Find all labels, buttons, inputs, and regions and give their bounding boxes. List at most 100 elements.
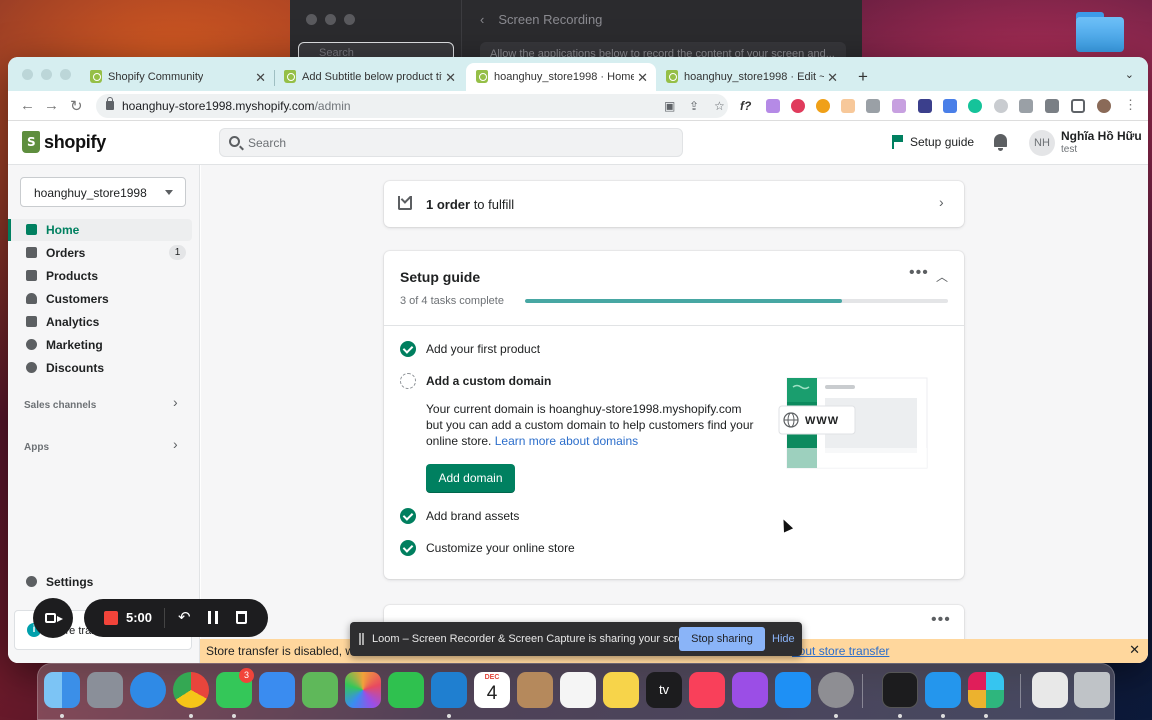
finder-icon[interactable] xyxy=(44,672,80,708)
apps-heading[interactable]: Apps xyxy=(24,442,49,453)
chevron-right-icon[interactable]: › xyxy=(173,436,178,452)
task-brand-assets[interactable]: Add brand assets xyxy=(400,508,519,524)
close-tab-icon[interactable]: ✕ xyxy=(827,70,838,86)
sidebar-item-customers[interactable]: Customers xyxy=(8,288,192,310)
translate-extension-icon[interactable] xyxy=(943,99,957,113)
fonts-extension-icon[interactable]: f? xyxy=(740,99,754,113)
chevron-up-icon[interactable]: ︿ xyxy=(936,268,948,285)
bookmark-star-icon[interactable]: ☆ xyxy=(714,99,725,113)
stop-recording-icon[interactable] xyxy=(104,611,118,625)
color-picker-extension-icon[interactable] xyxy=(791,99,805,113)
vscode-icon[interactable] xyxy=(431,672,467,708)
loom-camera-button[interactable] xyxy=(33,598,73,638)
reload-icon[interactable]: ↻ xyxy=(70,97,83,115)
photos-icon[interactable] xyxy=(345,672,381,708)
admin-search-input[interactable]: Search xyxy=(219,128,683,157)
notification-bell-icon[interactable] xyxy=(994,134,1007,151)
store-transfer-link[interactable]: bout store transfer xyxy=(792,644,889,658)
drag-handle-icon[interactable] xyxy=(359,633,364,645)
app-store-icon[interactable] xyxy=(775,672,811,708)
shield-extension-icon[interactable] xyxy=(1019,99,1033,113)
chevron-right-icon[interactable]: › xyxy=(173,394,178,410)
back-arrow-icon[interactable]: ← xyxy=(20,97,35,114)
sidebar-item-home[interactable]: Home xyxy=(8,219,192,241)
camera-blocked-icon[interactable]: ▣ xyxy=(664,99,675,113)
more-actions-icon[interactable]: ••• xyxy=(909,264,929,282)
learn-more-domains-link[interactable]: Learn more about domains xyxy=(495,434,638,448)
reminders-icon[interactable] xyxy=(560,672,596,708)
mail-icon[interactable] xyxy=(259,672,295,708)
terminal-icon[interactable] xyxy=(882,672,918,708)
tab-store-edit[interactable]: hoanghuy_store1998 · Edit ~ Dawn ✕ xyxy=(656,63,846,91)
podcasts-icon[interactable] xyxy=(732,672,768,708)
apple-tv-icon[interactable]: tv xyxy=(646,672,682,708)
add-domain-button[interactable]: Add domain xyxy=(426,464,515,493)
sidebar-item-analytics[interactable]: Analytics xyxy=(8,311,192,333)
profile-avatar[interactable] xyxy=(1097,99,1111,113)
close-tab-icon[interactable]: ✕ xyxy=(255,70,266,86)
setup-guide-link[interactable]: Setup guide xyxy=(892,135,974,149)
address-bar[interactable]: hoanghuy-store1998.myshopify.com/admin ▣… xyxy=(96,94,728,118)
close-tab-icon[interactable]: ✕ xyxy=(445,70,456,86)
store-selector[interactable]: hoanghuy_store1998 xyxy=(20,177,186,207)
tab-store-home[interactable]: hoanghuy_store1998 · Home · S ✕ xyxy=(466,63,656,91)
sidebar-item-products[interactable]: Products xyxy=(8,265,192,287)
stop-sharing-button[interactable]: Stop sharing xyxy=(679,627,765,651)
lock-icon[interactable] xyxy=(106,97,114,110)
sales-channels-heading[interactable]: Sales channels xyxy=(24,400,96,411)
window-controls[interactable] xyxy=(22,69,71,80)
code-extension-icon[interactable] xyxy=(866,99,880,113)
task-add-product[interactable]: Add your first product xyxy=(400,341,540,357)
launchpad-icon[interactable] xyxy=(87,672,123,708)
safari-icon[interactable] xyxy=(130,672,166,708)
tab-shopify-community[interactable]: Shopify Community ✕ xyxy=(80,63,274,91)
side-panel-icon[interactable] xyxy=(1071,99,1085,113)
browser-menu-icon[interactable]: ⋮ xyxy=(1124,97,1137,113)
slack-icon[interactable] xyxy=(968,672,1004,708)
close-icon[interactable]: ✕ xyxy=(1129,642,1140,658)
user-avatar[interactable]: NH xyxy=(1029,130,1055,156)
trash-icon[interactable] xyxy=(1074,672,1110,708)
orders-to-fulfill-card[interactable]: 1 order to fulfill › xyxy=(384,181,964,227)
new-tab-icon[interactable]: + xyxy=(858,67,868,87)
desktop-folder-icon[interactable] xyxy=(1076,12,1124,52)
writer-extension-icon[interactable] xyxy=(918,99,932,113)
puzzle-color-extension-icon[interactable] xyxy=(892,99,906,113)
wappalyzer-extension-icon[interactable] xyxy=(816,99,830,113)
pause-icon[interactable] xyxy=(208,611,218,624)
calendar-icon[interactable]: DEC 4 xyxy=(474,672,510,708)
share-icon[interactable]: ⇪ xyxy=(689,99,699,113)
trash-icon[interactable] xyxy=(236,611,247,624)
notes-icon[interactable] xyxy=(603,672,639,708)
sidebar-item-orders[interactable]: Orders 1 xyxy=(8,242,192,264)
restart-icon[interactable]: ↶ xyxy=(178,608,191,626)
facetime-icon[interactable] xyxy=(388,672,424,708)
shopify-logo[interactable]: shopify xyxy=(22,131,106,153)
chrome-icon[interactable] xyxy=(173,672,209,708)
docker-icon[interactable] xyxy=(925,672,961,708)
sidebar-item-marketing[interactable]: Marketing xyxy=(8,334,192,356)
back-chevron-icon[interactable]: ‹ xyxy=(480,12,484,27)
system-settings-icon[interactable] xyxy=(818,672,854,708)
user-name[interactable]: Nghĩa Hồ Hữu xyxy=(1061,129,1142,143)
tab-add-subtitle[interactable]: Add Subtitle below product title ✕ xyxy=(274,63,464,91)
gray-extension-icon[interactable] xyxy=(994,99,1008,113)
music-icon[interactable] xyxy=(689,672,725,708)
maps-icon[interactable] xyxy=(302,672,338,708)
sidebar-item-discounts[interactable]: Discounts xyxy=(8,357,192,379)
task-customize-store[interactable]: Customize your online store xyxy=(400,540,575,556)
tab-search-chevron-icon[interactable]: ⌄ xyxy=(1125,68,1134,81)
pen-extension-icon[interactable] xyxy=(766,99,780,113)
forward-arrow-icon[interactable]: → xyxy=(44,97,59,114)
grammarly-extension-icon[interactable] xyxy=(968,99,982,113)
task-add-domain[interactable]: Add a custom domain xyxy=(400,373,551,389)
more-actions-icon[interactable]: ••• xyxy=(931,611,951,629)
extensions-puzzle-icon[interactable] xyxy=(1045,99,1059,113)
hide-button[interactable]: Hide xyxy=(772,633,795,645)
contacts-icon[interactable] xyxy=(517,672,553,708)
close-tab-icon[interactable]: ✕ xyxy=(637,70,648,86)
macos-dock: 3 DEC 4 tv xyxy=(37,663,1115,720)
archive-file-icon[interactable] xyxy=(1032,672,1068,708)
calendar-extension-icon[interactable] xyxy=(841,99,855,113)
sidebar-item-settings[interactable]: Settings xyxy=(8,571,192,593)
